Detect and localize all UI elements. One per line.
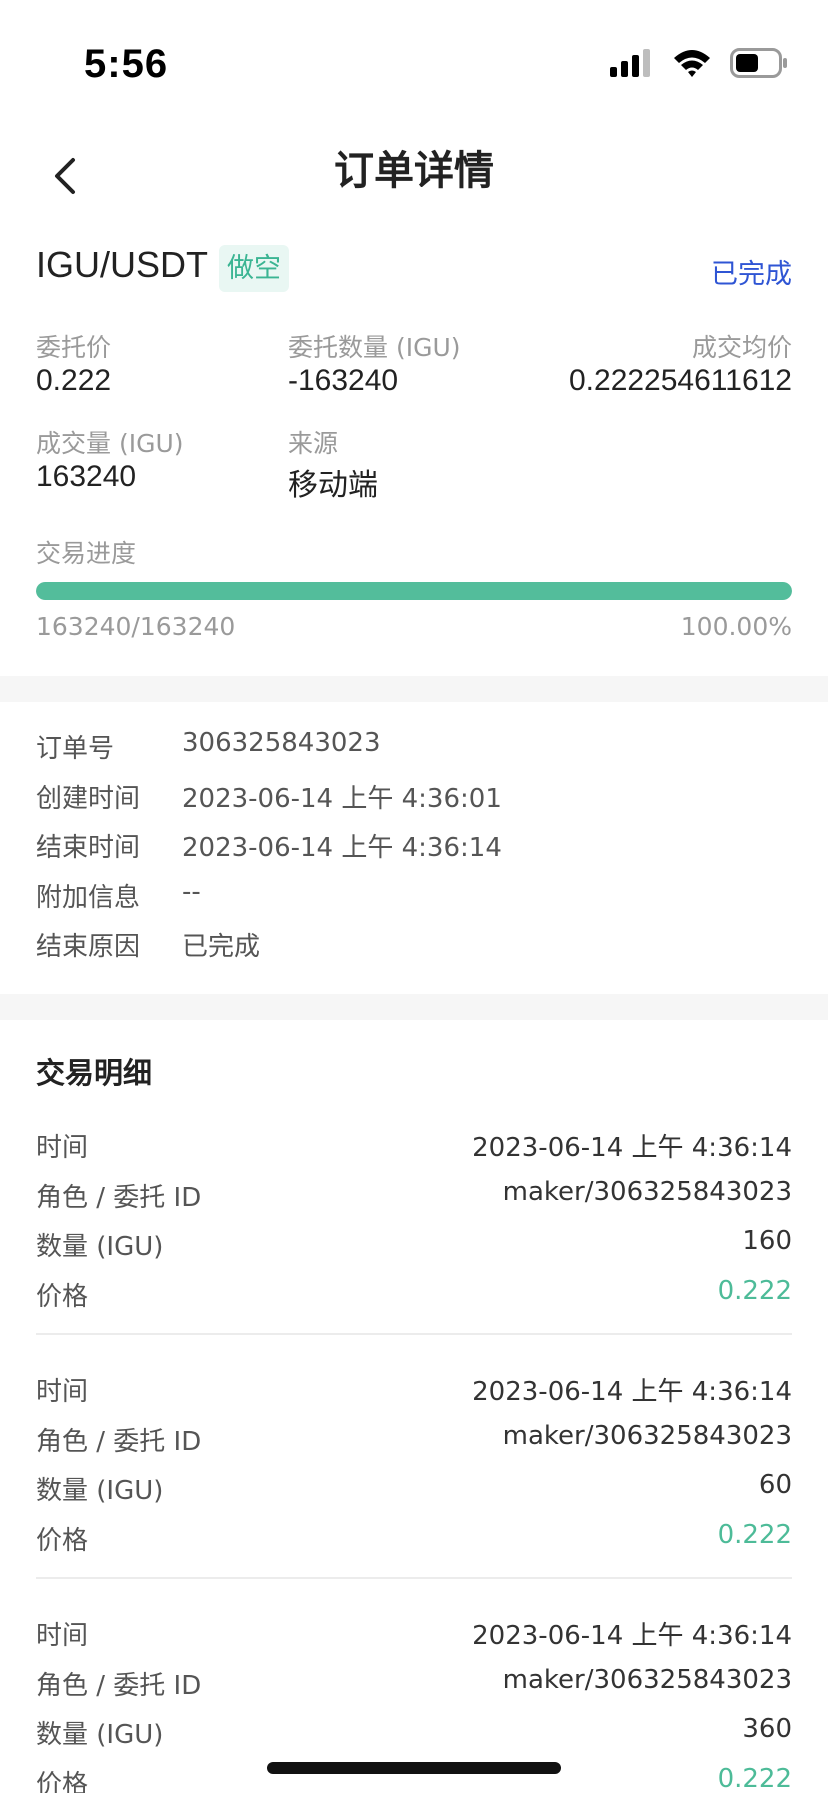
info-row: 结束时间 2023-06-14 上午 4:36:14	[36, 827, 792, 867]
trade-label-time: 时间	[36, 1133, 89, 1163]
trade-label-role: 角色 / 委托 ID	[36, 1426, 202, 1457]
order-status: 已完成	[711, 259, 792, 290]
trade-label-price: 价格	[36, 1769, 89, 1793]
trade-value-role: maker/306325843023	[502, 1664, 792, 1695]
filled-qty-label: 成交量 (IGU)	[36, 429, 184, 458]
info-value[interactable]: 306325843023	[182, 728, 381, 758]
trade-label-qty: 数量 (IGU)	[36, 1476, 164, 1506]
trade-separator	[36, 1333, 792, 1335]
trade-label-qty: 数量 (IGU)	[36, 1232, 164, 1262]
trade-row-role: 角色 / 委托 ID maker/306325843023	[36, 1177, 792, 1217]
avg-price-value: 0.222254611612	[568, 364, 792, 397]
entrust-price-label: 委托价	[36, 333, 112, 362]
trade-value-role: maker/306325843023	[502, 1176, 792, 1207]
info-label: 订单号	[36, 734, 115, 764]
trade-row-qty: 数量 (IGU) 360	[36, 1714, 792, 1754]
filled-qty-value: 163240	[36, 460, 137, 493]
wifi-icon	[674, 50, 710, 77]
trade-row-role: 角色 / 委托 ID maker/306325843023	[36, 1421, 792, 1461]
info-value: 2023-06-14 上午 4:36:14	[182, 833, 502, 863]
info-label: 结束时间	[36, 833, 141, 863]
trade-separator	[36, 1577, 792, 1579]
trade-value-price: 0.222	[717, 1763, 792, 1793]
trade-row-role: 角色 / 委托 ID maker/306325843023	[36, 1665, 792, 1705]
progress-fill	[36, 582, 792, 600]
entrust-qty-label: 委托数量 (IGU)	[288, 333, 461, 362]
info-label: 附加信息	[36, 882, 141, 913]
trade-value-role: maker/306325843023	[502, 1420, 792, 1451]
page-title: 订单详情	[334, 148, 494, 194]
progress-label: 交易进度	[36, 539, 137, 568]
section-divider	[0, 676, 828, 702]
trade-row-time: 时间 2023-06-14 上午 4:36:14	[36, 1615, 792, 1655]
trade-label-role: 角色 / 委托 ID	[36, 1670, 202, 1701]
source-value: 移动端	[288, 468, 378, 503]
status-time: 5:56	[84, 42, 169, 86]
info-value: 2023-06-14 上午 4:36:01	[182, 783, 502, 814]
trade-row-time: 时间 2023-06-14 上午 4:36:14	[36, 1127, 792, 1167]
info-row: 订单号 306325843023	[36, 728, 792, 768]
trade-value-time: 2023-06-14 上午 4:36:14	[472, 1377, 792, 1407]
trade-detail-title: 交易明细	[36, 1056, 153, 1090]
progress-bar	[36, 582, 792, 600]
home-indicator	[267, 1762, 561, 1774]
trade-row-price: 价格 0.222	[36, 1276, 792, 1316]
nav-bar: 订单详情	[0, 120, 828, 230]
section-divider	[0, 994, 828, 1020]
trade-value-time: 2023-06-14 上午 4:36:14	[472, 1133, 792, 1163]
info-label: 结束原因	[36, 932, 141, 962]
trade-label-role: 角色 / 委托 ID	[36, 1182, 202, 1213]
trade-label-price: 价格	[36, 1281, 89, 1312]
info-row: 结束原因 已完成	[36, 926, 792, 966]
info-value: 已完成	[182, 932, 261, 962]
trade-label-qty: 数量 (IGU)	[36, 1720, 164, 1750]
info-row: 创建时间 2023-06-14 上午 4:36:01	[36, 778, 792, 818]
trading-pair: IGU/USDT	[36, 244, 209, 285]
trade-label-price: 价格	[36, 1525, 89, 1556]
progress-count: 163240/163240	[36, 612, 236, 641]
trade-value-price: 0.222	[717, 1519, 792, 1550]
trade-row-price: 价格 0.222	[36, 1520, 792, 1560]
info-value: --	[182, 876, 201, 907]
trade-row-qty: 数量 (IGU) 60	[36, 1470, 792, 1510]
progress-percent: 100.00%	[680, 612, 792, 641]
battery-icon	[730, 48, 787, 78]
order-side-badge: 做空	[219, 245, 289, 292]
signal-icon	[610, 49, 650, 77]
entrust-qty-value: -163240	[288, 364, 399, 397]
trade-value-time: 2023-06-14 上午 4:36:14	[472, 1621, 792, 1651]
entrust-price-value: 0.222	[36, 364, 112, 397]
info-label: 创建时间	[36, 783, 141, 814]
trade-value-price: 0.222	[717, 1275, 792, 1306]
trade-row-qty: 数量 (IGU) 160	[36, 1226, 792, 1266]
status-bar: 5:56	[0, 0, 828, 120]
trade-value-qty: 60	[758, 1470, 792, 1500]
status-icons	[610, 48, 788, 78]
trade-label-time: 时间	[36, 1621, 89, 1651]
trade-row-time: 时间 2023-06-14 上午 4:36:14	[36, 1371, 792, 1411]
source-label: 来源	[288, 429, 339, 458]
trade-value-qty: 360	[742, 1714, 792, 1744]
info-row: 附加信息 --	[36, 877, 792, 917]
avg-price-label: 成交均价	[691, 333, 792, 362]
trade-label-time: 时间	[36, 1377, 89, 1407]
trade-value-qty: 160	[742, 1226, 792, 1256]
